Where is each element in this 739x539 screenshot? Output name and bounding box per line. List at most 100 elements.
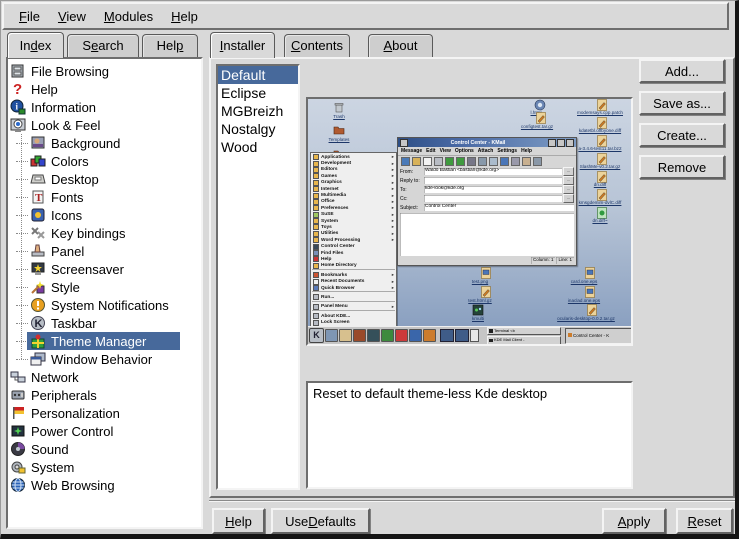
- sidebar-item-help[interactable]: ?Help: [8, 80, 201, 98]
- desktop-icon-label-dn-diff: dn.diff: [571, 182, 629, 187]
- tab-installer[interactable]: Installer: [210, 32, 275, 58]
- menu-modules[interactable]: Modules: [95, 7, 162, 26]
- desktop-icon-templates: [333, 124, 345, 136]
- apply-button[interactable]: Apply: [602, 508, 666, 534]
- background-icon: [30, 135, 46, 151]
- sidebar-item-information[interactable]: iInformation: [8, 98, 201, 116]
- theme-item-nostalgy[interactable]: Nostalgy: [218, 120, 298, 138]
- sidebar-item-sound[interactable]: Sound: [8, 440, 201, 458]
- sidebar-item-background[interactable]: Background: [8, 134, 201, 152]
- sidebar-item-peripherals[interactable]: Peripherals: [8, 386, 201, 404]
- desktop-icon-label-card-one-eps: card.one.eps: [558, 279, 610, 284]
- sidebar-item-style[interactable]: Style: [8, 278, 201, 296]
- sidebar-item-window-behavior[interactable]: Window Behavior: [8, 350, 201, 368]
- tree-branch-line: [16, 179, 28, 180]
- submenu-arrow-icon: ▸: [392, 272, 394, 278]
- kmenu-item-icon: [313, 212, 319, 218]
- sidebar-item-screensaver[interactable]: Screensaver: [8, 260, 201, 278]
- kmenu-item-icon: [313, 294, 319, 300]
- tab-index[interactable]: Index: [7, 32, 64, 58]
- svg-text:T: T: [35, 192, 43, 204]
- theme-item-mgbreizh[interactable]: MGBreizh: [218, 102, 298, 120]
- kmenu-item-label: Graphics: [321, 180, 392, 185]
- composer-toolbar-icon-3: [434, 157, 443, 166]
- sidebar-item-network[interactable]: Network: [8, 368, 201, 386]
- sidebar-item-fonts[interactable]: TFonts: [8, 188, 201, 206]
- theme-item-wood[interactable]: Wood: [218, 138, 298, 156]
- sidebar-item-look-feel[interactable]: Look & Feel: [8, 116, 201, 134]
- theme-item-eclipse[interactable]: Eclipse: [218, 84, 298, 102]
- pager-show-desktop: [470, 329, 479, 342]
- kmenu-item-label: Run...: [321, 295, 394, 300]
- composer-field-input: kde-look@kde.org: [424, 186, 562, 193]
- sidebar-item-icons[interactable]: Icons: [8, 206, 201, 224]
- sidebar-item-personalization[interactable]: Personalization: [8, 404, 201, 422]
- desktop-icon-label-kmsgdemim-dvlc-diff: kmsgdemim-dvlC.diff: [571, 200, 629, 205]
- save-as-button[interactable]: Save as...: [639, 91, 725, 115]
- menu-view[interactable]: View: [49, 7, 95, 26]
- task-icon: [568, 333, 572, 337]
- theme-item-default[interactable]: Default: [218, 66, 298, 84]
- composer-menu-view: View: [440, 148, 451, 154]
- composer-maximize-icon: [557, 139, 565, 147]
- taskbar-app-icon-2: [353, 329, 366, 342]
- composer-field-input: [424, 195, 562, 202]
- help-button[interactable]: Help: [212, 508, 265, 534]
- tab-about[interactable]: About: [368, 34, 433, 57]
- remove-button[interactable]: Remove: [639, 155, 725, 179]
- composer-toolbar-icon-2: [423, 157, 432, 166]
- submenu-arrow-icon: ▸: [392, 186, 394, 192]
- sidebar-item-label: Panel: [51, 244, 84, 259]
- style-icon: [30, 279, 46, 295]
- colors-icon: [30, 153, 46, 169]
- kmenu-item-label: Recent Documents: [321, 279, 392, 284]
- sidebar-item-key-bindings[interactable]: Key bindings: [8, 224, 201, 242]
- sound-icon: [10, 441, 26, 457]
- sidebar-item-desktop[interactable]: Desktop: [8, 170, 201, 188]
- kmenu-item-icon: [313, 256, 319, 262]
- sidebar-item-label: Desktop: [51, 172, 99, 187]
- submenu-arrow-icon: ▸: [392, 237, 394, 243]
- kmenu-item-icon: [313, 237, 319, 243]
- add-button[interactable]: Add...: [639, 59, 725, 83]
- create-button[interactable]: Create...: [639, 123, 725, 147]
- composer-toolbar-icon-6: [467, 157, 476, 166]
- sidebar-item-taskbar[interactable]: KTaskbar: [8, 314, 201, 332]
- composer-menu-options: Options: [455, 148, 474, 154]
- kmenu-item-label: Bookmarks: [321, 273, 392, 278]
- sidebar-item-system-notifications[interactable]: System Notifications: [8, 296, 201, 314]
- kmenu-item-label: Word Processing: [321, 238, 392, 243]
- preview-taskbar: KTerminal <bKDE Mail Client -Control Cen…: [308, 326, 631, 344]
- composer-menu-settings: Settings: [497, 148, 517, 154]
- kmenu-item-label: Help: [321, 257, 394, 262]
- desktop-icon-configtest-tar-gz: [535, 112, 547, 124]
- menu-help[interactable]: Help: [162, 7, 207, 26]
- composer-window-buttons: [548, 139, 574, 147]
- bottom-separator: [209, 500, 735, 502]
- submenu-arrow-icon: ▸: [392, 224, 394, 230]
- kmenu-item-icon: [313, 205, 319, 211]
- sidebar-item-label: Power Control: [31, 424, 113, 439]
- menu-file[interactable]: File: [10, 7, 49, 26]
- tab-help[interactable]: Help: [142, 34, 198, 57]
- composer-field-browse-button: ...: [563, 185, 574, 194]
- kmenu-item-label: Internet: [321, 187, 392, 192]
- sidebar-item-system[interactable]: System: [8, 458, 201, 476]
- icons-icon: [30, 207, 46, 223]
- composer-field-browse-button: ...: [563, 167, 574, 176]
- sidebar-item-panel[interactable]: Panel: [8, 242, 201, 260]
- tab-search[interactable]: Search: [67, 34, 139, 57]
- kmenu-item-label: System: [321, 219, 392, 224]
- sidebar-item-colors[interactable]: Colors: [8, 152, 201, 170]
- sidebar-item-file-browsing[interactable]: File Browsing: [8, 62, 201, 80]
- use-defaults-button[interactable]: Use Defaults: [271, 508, 370, 534]
- submenu-arrow-icon: ▸: [392, 154, 394, 160]
- submenu-arrow-icon: ▸: [392, 212, 394, 218]
- sidebar-item-theme-manager[interactable]: Theme Manager: [8, 332, 201, 350]
- sidebar-item-web-browsing[interactable]: Web Browsing: [8, 476, 201, 494]
- information-icon: i: [10, 99, 26, 115]
- tab-contents[interactable]: Contents: [284, 34, 350, 57]
- reset-button[interactable]: Reset: [676, 508, 733, 534]
- sidebar-item-power-control[interactable]: Power Control: [8, 422, 201, 440]
- theme-manager-icon: [30, 333, 46, 349]
